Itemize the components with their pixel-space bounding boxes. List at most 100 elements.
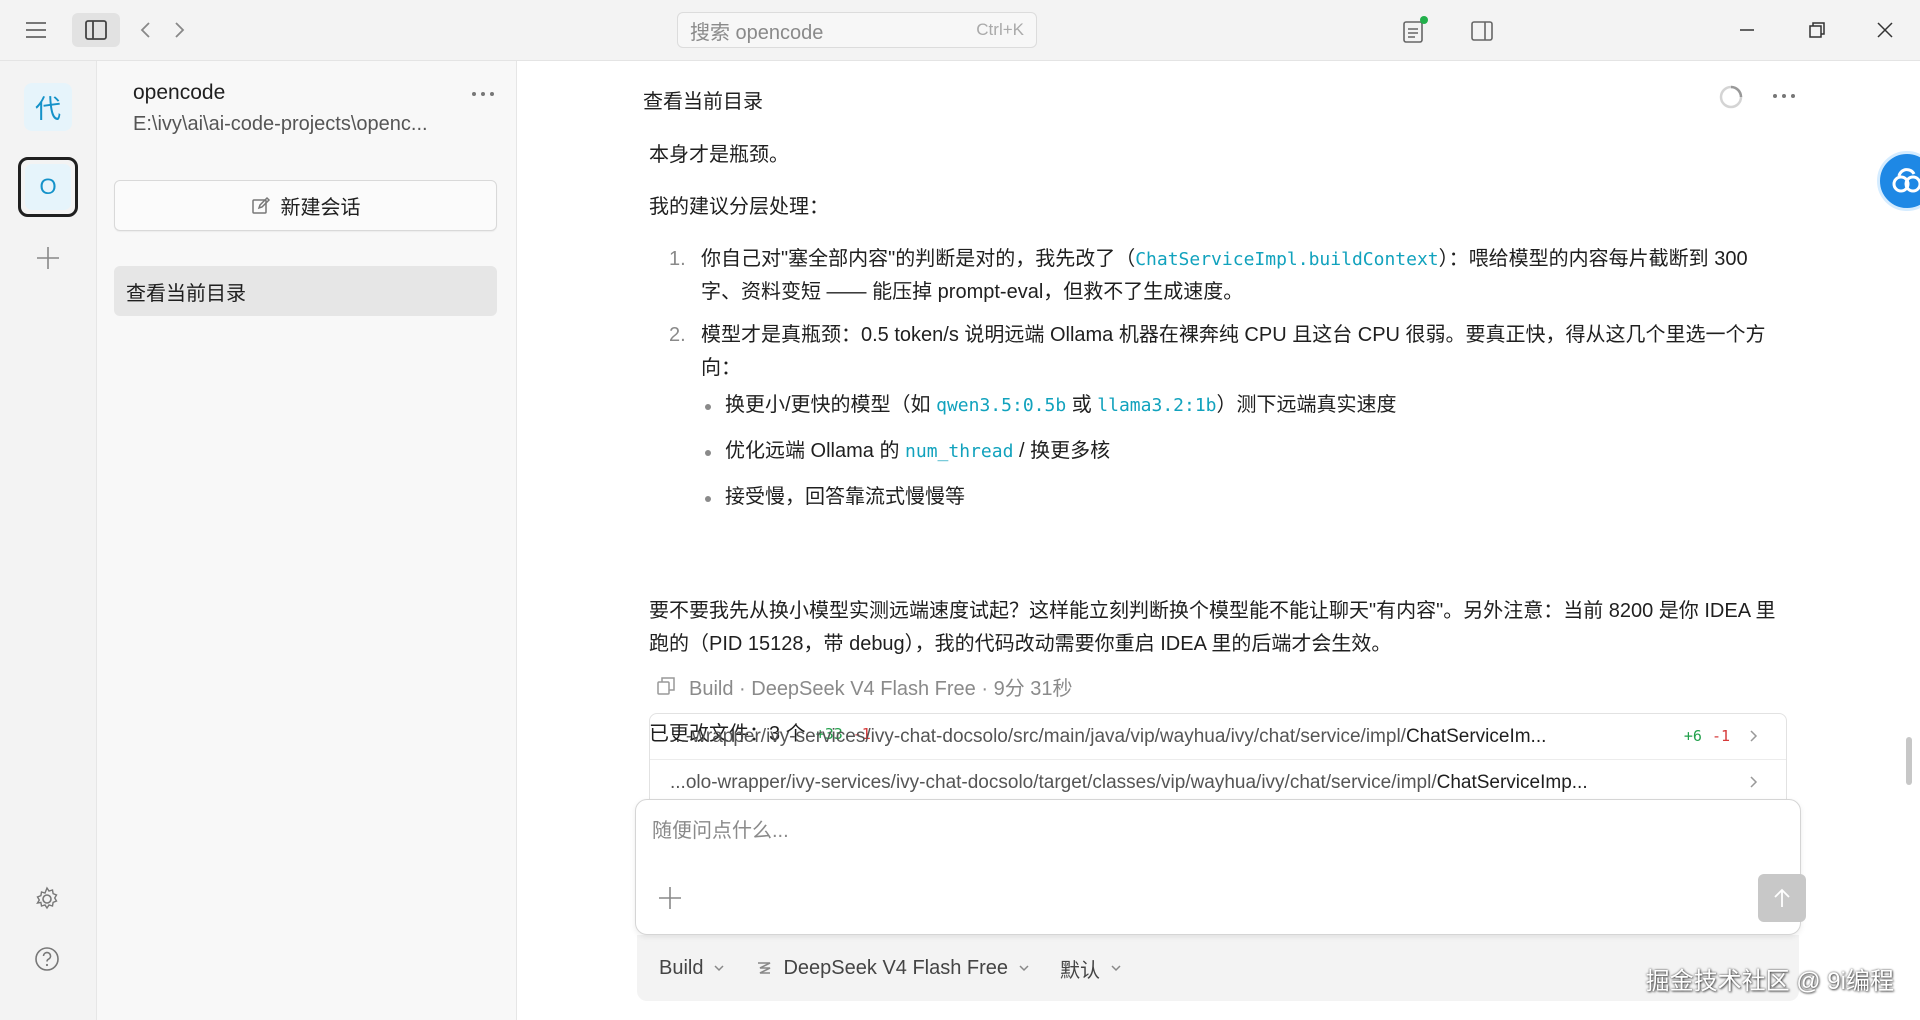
copy-icon xyxy=(657,677,675,695)
chevron-down-icon xyxy=(1111,965,1121,972)
sidebar-icon xyxy=(85,20,107,40)
project-badge[interactable]: 代 xyxy=(24,83,72,131)
bullet-text: 或 xyxy=(1066,394,1098,416)
new-session-label: 新建会话 xyxy=(280,197,361,219)
file-name: ChatServiceImp... xyxy=(1436,771,1588,793)
chevron-right-icon xyxy=(1750,776,1758,788)
search-shortcut: Ctrl+K xyxy=(976,20,1024,39)
active-project-badge[interactable]: O xyxy=(18,157,78,217)
bullet-text: 接受慢，回答靠流式慢慢等 xyxy=(725,486,965,508)
help-button[interactable] xyxy=(33,945,63,975)
variant-label: 默认 xyxy=(1060,959,1101,982)
model-label: DeepSeek V4 Flash Free xyxy=(783,956,1009,979)
project-name: opencode xyxy=(133,81,226,104)
chevron-right-icon xyxy=(175,22,185,38)
active-project-letter: O xyxy=(25,164,71,210)
bullet-text: / 换更多核 xyxy=(1013,440,1111,462)
menu-icon[interactable] xyxy=(22,18,50,42)
list-text: 模型才是真瓶颈：0.5 token/s 说明远端 Ollama 机器在裸奔纯 C… xyxy=(701,324,1766,379)
session-item[interactable]: 查看当前目录 xyxy=(114,266,497,316)
list-text: 你自己对"塞全部内容"的判断是对的，我先改了（ xyxy=(701,248,1136,270)
session-title: 查看当前目录 xyxy=(643,91,763,113)
forward-button[interactable] xyxy=(168,18,192,42)
message-paragraph: 我的建议分层处理： xyxy=(649,196,829,218)
list-number: 1. xyxy=(669,248,686,270)
chevron-down-icon xyxy=(714,965,725,972)
file-path: ...olo-wrapper/ivy-services/ivy-chat-doc… xyxy=(670,771,1437,793)
loading-spinner-icon xyxy=(1719,85,1743,109)
toggle-sidebar-button[interactable] xyxy=(72,13,120,47)
project-more-button[interactable] xyxy=(465,79,501,109)
scrollbar-thumb[interactable] xyxy=(1906,737,1912,785)
file-additions: +6 xyxy=(1683,727,1702,745)
inline-code: llama3.2:1b xyxy=(1097,395,1217,416)
more-horizontal-icon xyxy=(472,92,494,96)
session-item-label: 查看当前目录 xyxy=(126,282,246,305)
message-paragraph: 本身才是瓶颈。 xyxy=(649,144,789,166)
minimize-button[interactable] xyxy=(1732,15,1762,45)
project-path: E:\ivy\ai\ai-code-projects\openc... xyxy=(133,113,428,135)
inline-code: ChatServiceImpl.buildContext xyxy=(1135,249,1439,270)
plus-icon xyxy=(37,247,59,269)
list-number: 2. xyxy=(669,324,686,346)
list-item: 1. 你自己对"塞全部内容"的判断是对的，我先改了（ChatServiceImp… xyxy=(669,243,1779,309)
panel-right-icon xyxy=(1471,21,1493,41)
status-panel-button[interactable] xyxy=(1399,16,1429,46)
bullet-text: ）测下远端真实速度 xyxy=(1216,394,1397,416)
mode-select[interactable]: Build xyxy=(659,957,725,980)
restore-icon xyxy=(1809,22,1825,38)
close-icon xyxy=(1877,22,1893,38)
settings-button[interactable] xyxy=(33,885,63,915)
close-button[interactable] xyxy=(1870,15,1900,45)
gear-icon xyxy=(36,886,58,910)
status-dot xyxy=(1420,16,1428,24)
model-icon xyxy=(758,962,771,974)
file-name: ChatServiceIm... xyxy=(1405,725,1547,747)
bullet-item: 换更小/更快的模型（如 qwen3.5:0.5b 或 llama3.2:1b）测… xyxy=(701,389,1779,422)
copy-button[interactable] xyxy=(657,673,675,706)
watermark: 掘金技术社区 @ 9i编程 xyxy=(1645,968,1894,995)
chevron-right-icon xyxy=(1750,730,1758,742)
send-button[interactable] xyxy=(1758,874,1806,922)
mode-label: Build xyxy=(659,956,704,979)
help-icon xyxy=(35,947,59,971)
more-horizontal-icon xyxy=(1773,94,1795,98)
ordered-list: 1. 你自己对"塞全部内容"的判断是对的，我先改了（ChatServiceImp… xyxy=(669,243,1779,527)
file-deletions: -1 xyxy=(1711,727,1730,745)
bullet-item: 接受慢，回答靠流式慢慢等 xyxy=(701,481,1779,514)
cloud-link-icon xyxy=(1892,168,1920,193)
restore-button[interactable] xyxy=(1802,15,1832,45)
bullet-list: 换更小/更快的模型（如 qwen3.5:0.5b 或 llama3.2:1b）测… xyxy=(701,389,1779,514)
file-row[interactable]: ...-wrapper/ivy-services/ivy-chat-docsol… xyxy=(650,714,1786,760)
bullet-text: 换更小/更快的模型（如 xyxy=(725,394,937,416)
variant-select[interactable]: 默认 xyxy=(1060,954,1122,983)
message-input[interactable] xyxy=(652,814,1732,854)
bullet-text: 优化远端 Ollama 的 xyxy=(725,440,906,462)
composer-toolbar: Build DeepSeek V4 Flash Free 默认 xyxy=(637,935,1799,1001)
search-placeholder: 搜索 opencode xyxy=(690,21,824,44)
add-project-button[interactable] xyxy=(33,243,63,273)
inline-code: qwen3.5:0.5b xyxy=(936,395,1067,416)
back-button[interactable] xyxy=(133,18,157,42)
edit-icon xyxy=(251,196,270,214)
floating-assistant-button[interactable] xyxy=(1877,151,1920,211)
main-panel: 查看当前目录 本身才是瓶颈。 我的建议分层处理： 1. 你自己对"塞全部内容"的… xyxy=(517,61,1920,1020)
list-item: 2. 模型才是真瓶颈：0.5 token/s 说明远端 Ollama 机器在裸奔… xyxy=(669,319,1779,514)
inline-code: num_thread xyxy=(905,441,1014,462)
minimize-icon xyxy=(1740,29,1754,31)
model-select[interactable]: DeepSeek V4 Flash Free xyxy=(755,957,1030,980)
chevron-left-icon xyxy=(140,22,150,38)
message-meta: Build · DeepSeek V4 Flash Free · 9分 31秒 xyxy=(657,673,1073,706)
new-session-button[interactable]: 新建会话 xyxy=(114,180,497,231)
bullet-item: 优化远端 Ollama 的 num_thread / 换更多核 xyxy=(701,435,1779,468)
changed-files-list: ...-wrapper/ivy-services/ivy-chat-docsol… xyxy=(649,713,1787,813)
attach-button[interactable] xyxy=(656,884,684,912)
session-more-button[interactable] xyxy=(1767,81,1801,111)
message-paragraph: 要不要我先从换小模型实测远端速度试起？这样能立刻判断换个模型能不能让聊天"有内容… xyxy=(649,600,1776,655)
toggle-right-panel-button[interactable] xyxy=(1467,16,1497,46)
search-box[interactable]: 搜索 opencode Ctrl+K xyxy=(677,12,1037,48)
plus-icon xyxy=(659,887,681,909)
title-bar: 搜索 opencode Ctrl+K xyxy=(0,0,1920,61)
composer xyxy=(635,799,1806,935)
project-rail: 代 O xyxy=(0,61,97,1020)
